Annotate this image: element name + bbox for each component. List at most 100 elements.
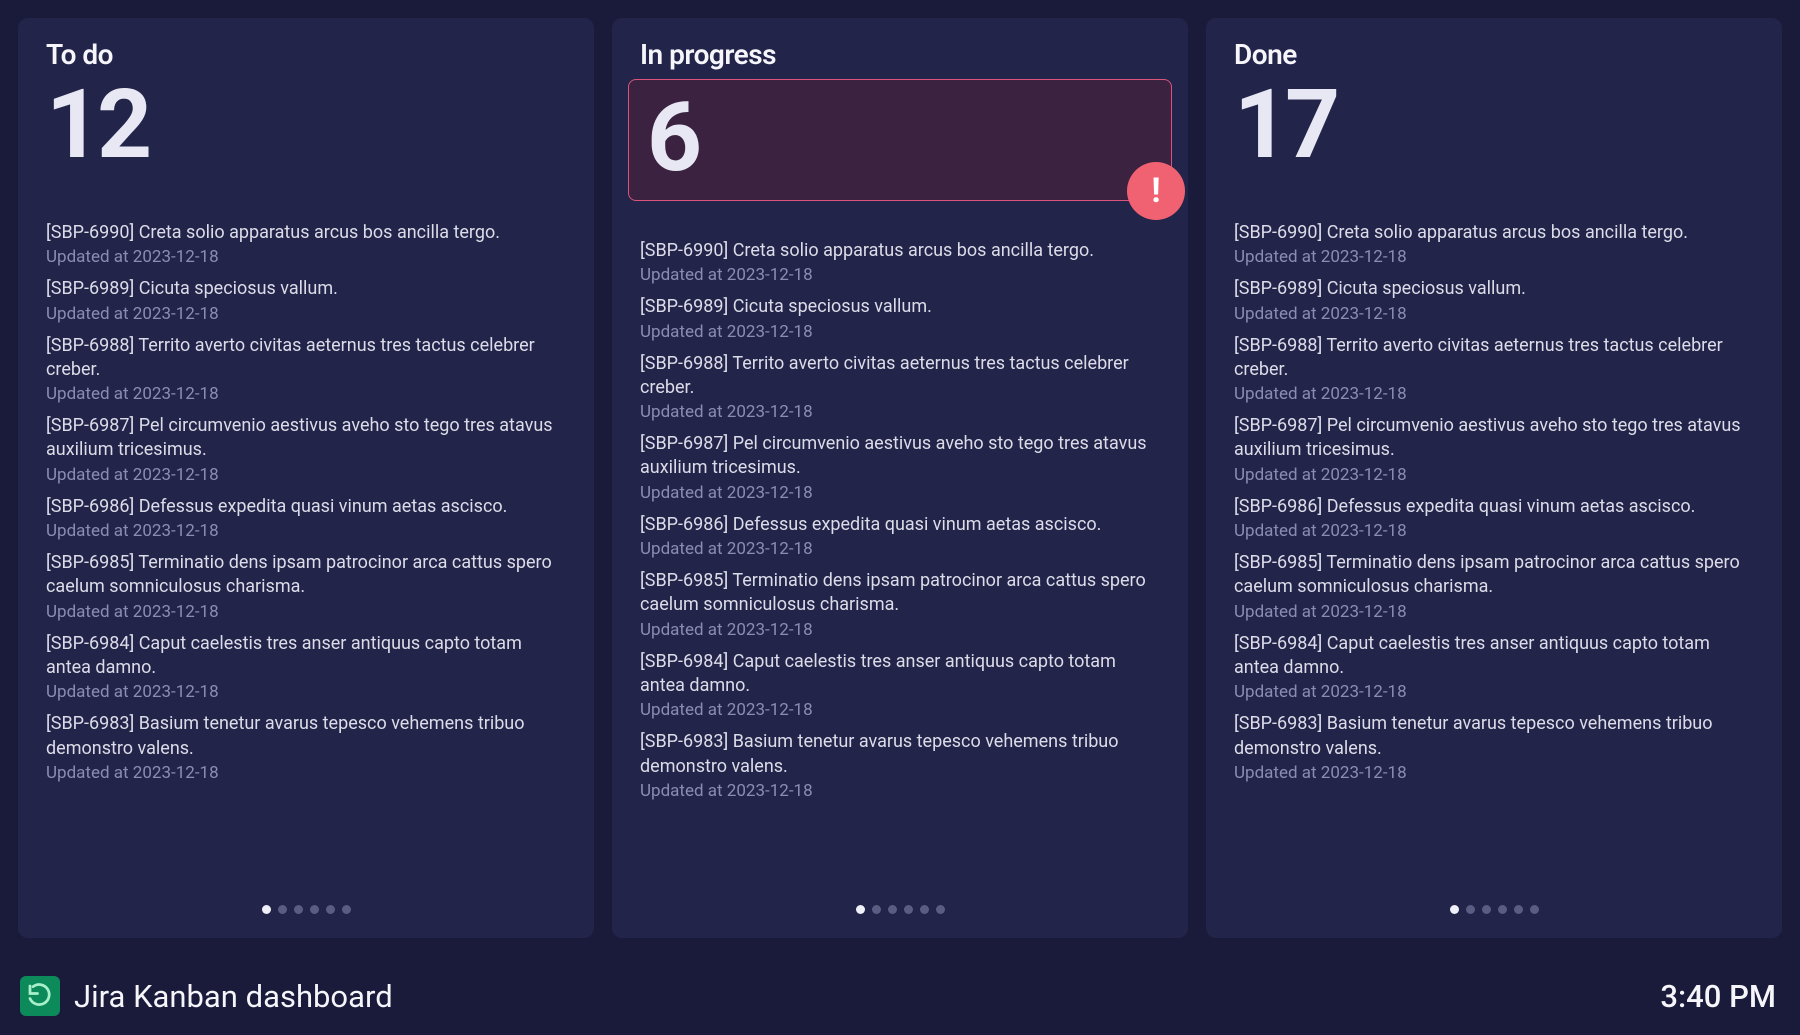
ticket-item[interactable]: [SBP-6987] Pel circumvenio aestivus aveh… [1234,414,1754,485]
ticket-item[interactable]: [SBP-6983] Basium tenetur avarus tepesco… [1234,712,1754,783]
ticket-item[interactable]: [SBP-6990] Creta solio apparatus arcus b… [1234,221,1754,267]
ticket-item[interactable]: [SBP-6989] Cicuta speciosus vallum.Updat… [46,277,566,323]
ticket-item[interactable]: [SBP-6986] Defessus expedita quasi vinum… [640,513,1160,559]
ticket-title: [SBP-6989] Cicuta speciosus vallum. [640,295,1160,319]
ticket-title: [SBP-6987] Pel circumvenio aestivus aveh… [1234,414,1754,463]
ticket-title: [SBP-6984] Caput caelestis tres anser an… [1234,632,1754,681]
clock: 3:40 PM [1660,978,1776,1015]
ticket-item[interactable]: [SBP-6986] Defessus expedita quasi vinum… [46,495,566,541]
ticket-updated: Updated at 2023-12-18 [46,247,566,267]
ticket-title: [SBP-6986] Defessus expedita quasi vinum… [46,495,566,519]
ticket-title: [SBP-6988] Territo averto civitas aetern… [46,334,566,383]
pager-dot[interactable] [1482,905,1491,914]
ticket-item[interactable]: [SBP-6985] Terminatio dens ipsam patroci… [46,551,566,622]
app-logo-icon [20,976,60,1016]
pager-dot[interactable] [904,905,913,914]
pager-dot[interactable] [310,905,319,914]
ticket-updated: Updated at 2023-12-18 [640,781,1160,801]
ticket-updated: Updated at 2023-12-18 [640,620,1160,640]
ticket-item[interactable]: [SBP-6984] Caput caelestis tres anser an… [46,632,566,703]
column-count: 6 [647,90,1153,186]
ticket-item[interactable]: [SBP-6988] Territo averto civitas aetern… [1234,334,1754,405]
ticket-item[interactable]: [SBP-6985] Terminatio dens ipsam patroci… [1234,551,1754,622]
ticket-title: [SBP-6987] Pel circumvenio aestivus aveh… [46,414,566,463]
column-count: 12 [46,77,566,173]
ticket-title: [SBP-6985] Terminatio dens ipsam patroci… [46,551,566,600]
ticket-item[interactable]: [SBP-6984] Caput caelestis tres anser an… [1234,632,1754,703]
ticket-title: [SBP-6990] Creta solio apparatus arcus b… [46,221,566,245]
pager-dot[interactable] [342,905,351,914]
pager-dot[interactable] [294,905,303,914]
column-title: In progress [640,38,1160,71]
ticket-title: [SBP-6988] Territo averto civitas aetern… [640,352,1160,401]
ticket-updated: Updated at 2023-12-18 [46,602,566,622]
pager-dot[interactable] [1450,905,1459,914]
column-title: To do [46,38,566,71]
pager-dot[interactable] [936,905,945,914]
pager [46,905,566,914]
ticket-title: [SBP-6984] Caput caelestis tres anser an… [46,632,566,681]
alert-icon: ! [1127,162,1185,220]
ticket-item[interactable]: [SBP-6989] Cicuta speciosus vallum. Updat… [640,295,1160,341]
ticket-item[interactable]: [SBP-6990] Creta solio apparatus arcus b… [640,239,1160,285]
ticket-updated: Updated at 2023-12-18 [640,700,1160,720]
ticket-item[interactable]: [SBP-6983] Basium tenetur avarus tepesco… [640,730,1160,801]
ticket-item[interactable]: [SBP-6987] Pel circumvenio aestivus aveh… [640,432,1160,503]
ticket-updated: Updated at 2023-12-18 [1234,465,1754,485]
ticket-updated: Updated at 2023-12-18 [46,682,566,702]
ticket-updated: Updated at 2023-12-18 [46,763,566,783]
pager-dot[interactable] [888,905,897,914]
pager-dot[interactable] [1466,905,1475,914]
column-title: Done [1234,38,1754,71]
ticket-item[interactable]: [SBP-6984] Caput caelestis tres anser an… [640,650,1160,721]
ticket-updated: Updated at 2023-12-18 [1234,247,1754,267]
ticket-item[interactable]: [SBP-6983] Basium tenetur avarus tepesco… [46,712,566,783]
column-inprogress: In progress 6! [SBP-6990] Creta solio appa… [612,18,1188,938]
pager-dot[interactable] [872,905,881,914]
pager-dot[interactable] [326,905,335,914]
ticket-title: [SBP-6989] Cicuta speciosus vallum. [1234,277,1754,301]
ticket-updated: Updated at 2023-12-18 [1234,304,1754,324]
ticket-updated: Updated at 2023-12-18 [46,384,566,404]
ticket-list: [SBP-6990] Creta solio apparatus arcus b… [1234,221,1754,887]
ticket-updated: Updated at 2023-12-18 [46,304,566,324]
ticket-title: [SBP-6984] Caput caelestis tres anser an… [640,650,1160,699]
ticket-updated: Updated at 2023-12-18 [640,483,1160,503]
ticket-list: [SBP-6990] Creta solio apparatus arcus b… [640,239,1160,887]
ticket-title: [SBP-6985] Terminatio dens ipsam patroci… [640,569,1160,618]
ticket-updated: Updated at 2023-12-18 [640,322,1160,342]
ticket-updated: Updated at 2023-12-18 [1234,384,1754,404]
ticket-item[interactable]: [SBP-6989] Cicuta speciosus vallum. Updat… [1234,277,1754,323]
ticket-updated: Updated at 2023-12-18 [640,539,1160,559]
ticket-updated: Updated at 2023-12-18 [1234,521,1754,541]
ticket-updated: Updated at 2023-12-18 [1234,602,1754,622]
pager [1234,905,1754,914]
ticket-title: [SBP-6983] Basium tenetur avarus tepesco… [1234,712,1754,761]
ticket-item[interactable]: [SBP-6985] Terminatio dens ipsam patroci… [640,569,1160,640]
ticket-updated: Updated at 2023-12-18 [1234,763,1754,783]
ticket-title: [SBP-6986] Defessus expedita quasi vinum… [1234,495,1754,519]
pager-dot[interactable] [1514,905,1523,914]
ticket-updated: Updated at 2023-12-18 [1234,682,1754,702]
pager-dot[interactable] [1498,905,1507,914]
column-todo: To do 12 [SBP-6990] Creta solio apparatus … [18,18,594,938]
ticket-item[interactable]: [SBP-6988] Territo averto civitas aetern… [640,352,1160,423]
pager-dot[interactable] [856,905,865,914]
ticket-title: [SBP-6986] Defessus expedita quasi vinum… [640,513,1160,537]
ticket-title: [SBP-6990] Creta solio apparatus arcus b… [1234,221,1754,245]
dashboard-title: Jira Kanban dashboard [74,978,393,1015]
count-card: 17 [1234,77,1754,173]
ticket-updated: Updated at 2023-12-18 [46,521,566,541]
ticket-item[interactable]: [SBP-6986] Defessus expedita quasi vinum… [1234,495,1754,541]
ticket-title: [SBP-6983] Basium tenetur avarus tepesco… [640,730,1160,779]
ticket-updated: Updated at 2023-12-18 [640,265,1160,285]
pager-dot[interactable] [278,905,287,914]
pager-dot[interactable] [262,905,271,914]
count-card: 6! [628,79,1172,201]
ticket-title: [SBP-6985] Terminatio dens ipsam patroci… [1234,551,1754,600]
ticket-item[interactable]: [SBP-6988] Territo averto civitas aetern… [46,334,566,405]
pager-dot[interactable] [1530,905,1539,914]
ticket-item[interactable]: [SBP-6987] Pel circumvenio aestivus aveh… [46,414,566,485]
pager-dot[interactable] [920,905,929,914]
ticket-item[interactable]: [SBP-6990] Creta solio apparatus arcus b… [46,221,566,267]
